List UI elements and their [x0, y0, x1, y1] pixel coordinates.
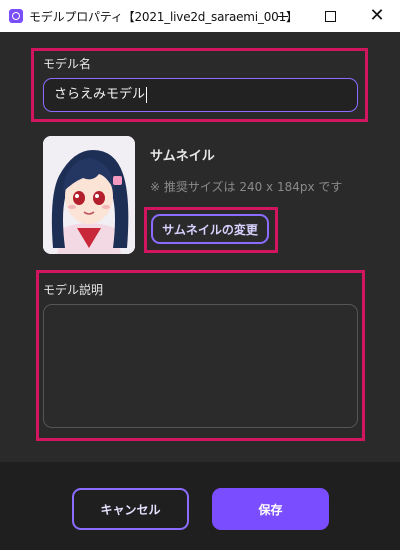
change-thumbnail-button[interactable]: サムネイルの変更 — [151, 214, 269, 244]
minimize-icon — [278, 15, 288, 17]
thumbnail-size-note: ※ 推奨サイズは 240 x 184px です — [150, 180, 343, 194]
maximize-button[interactable] — [307, 0, 353, 32]
thumbnail-label: サムネイル — [150, 149, 215, 164]
save-button[interactable]: 保存 — [212, 488, 329, 530]
character-portrait — [43, 136, 135, 254]
text-caret — [146, 86, 148, 103]
minimize-button[interactable] — [260, 0, 306, 32]
maximize-icon — [324, 10, 336, 22]
dialog-footer — [0, 462, 400, 550]
title-bar: モデルプロパティ【2021_live2d_saraemi_001】 ✕ — [0, 0, 400, 32]
thumbnail-image — [43, 136, 135, 254]
model-name-label: モデル名 — [43, 57, 92, 71]
window-title: モデルプロパティ【2021_live2d_saraemi_001】 — [29, 9, 298, 24]
app-icon — [9, 9, 23, 23]
close-button[interactable]: ✕ — [354, 0, 400, 32]
model-description-label: モデル説明 — [43, 283, 104, 297]
close-icon: ✕ — [369, 5, 385, 26]
model-name-input[interactable]: さらえみモデル — [43, 78, 358, 112]
model-name-value: さらえみモデル — [54, 87, 146, 102]
model-description-textarea[interactable] — [43, 304, 358, 428]
cancel-button[interactable]: キャンセル — [72, 488, 189, 530]
